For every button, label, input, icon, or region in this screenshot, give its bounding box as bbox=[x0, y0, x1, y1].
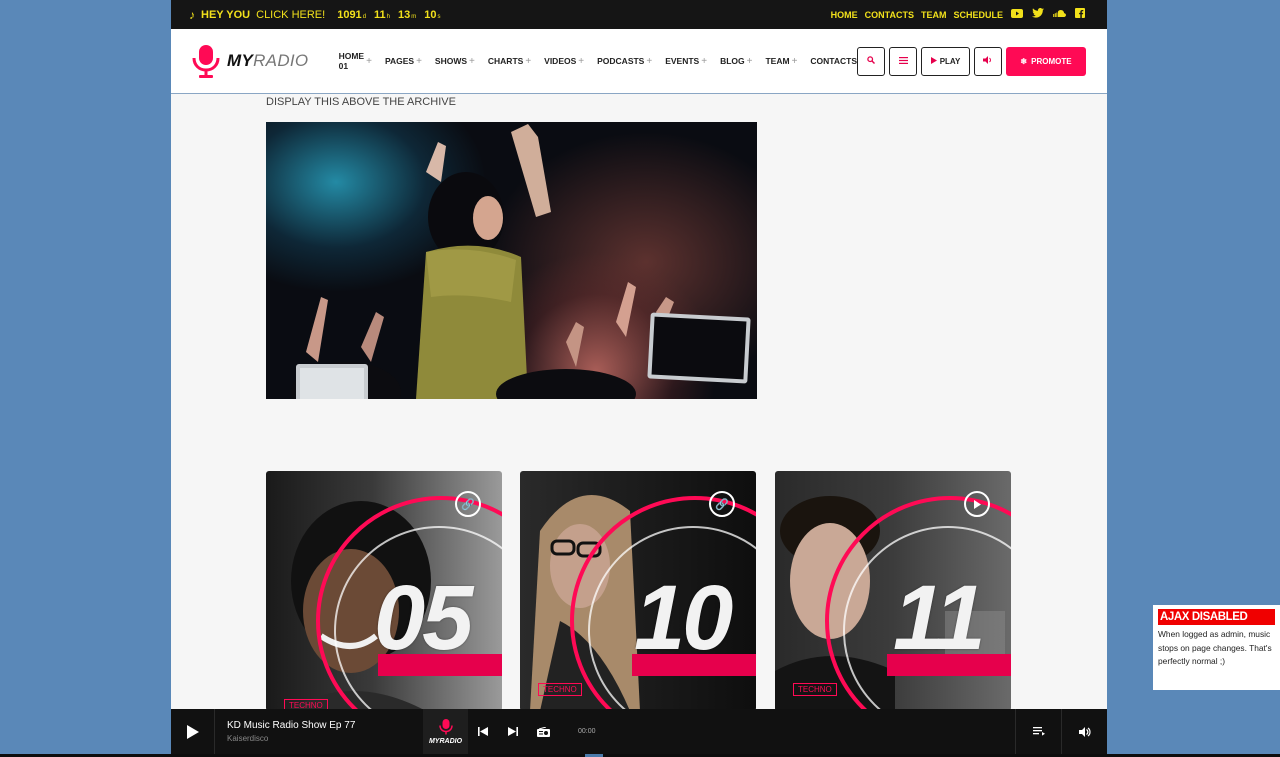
snowflake-icon: ❄ bbox=[1020, 56, 1028, 66]
show-card[interactable]: 10 🔗 TECHNO bbox=[520, 471, 756, 711]
card-number: 11 bbox=[893, 567, 985, 669]
hero-image bbox=[266, 122, 757, 399]
show-cards: 05 🔗 TECHNO 10 🔗 TECHNO 11 TECHNO bbox=[266, 471, 1011, 711]
countdown-minutes: 13m bbox=[398, 8, 417, 21]
radio-icon bbox=[536, 726, 550, 737]
plus-icon: + bbox=[646, 55, 653, 67]
nav-shows[interactable]: SHOWS + bbox=[435, 51, 475, 71]
facebook-icon[interactable] bbox=[1073, 8, 1087, 21]
plus-icon: + bbox=[578, 55, 585, 67]
top-links: HOME CONTACTS TEAM SCHEDULE bbox=[831, 8, 1107, 21]
next-button[interactable] bbox=[498, 709, 528, 754]
promo[interactable]: ♪ HEY YOU CLICK HERE! 1091d 11h 13m 10s bbox=[171, 8, 441, 22]
top-link-home[interactable]: HOME bbox=[831, 10, 858, 20]
laptop-image bbox=[296, 364, 368, 399]
nav-events[interactable]: EVENTS + bbox=[665, 51, 707, 71]
top-link-team[interactable]: TEAM bbox=[921, 10, 947, 20]
card-number: 05 bbox=[374, 567, 473, 669]
thumb-label: MYRADIO bbox=[428, 738, 463, 745]
card-genre-tag[interactable]: TECHNO bbox=[538, 683, 582, 696]
player-play-button[interactable] bbox=[171, 709, 215, 754]
microphone-logo-icon bbox=[438, 719, 453, 735]
search-icon bbox=[867, 55, 875, 67]
play-button[interactable]: PLAY bbox=[921, 46, 970, 76]
play-icon[interactable] bbox=[964, 491, 990, 517]
menu-button[interactable] bbox=[889, 46, 917, 76]
countdown-days: 1091d bbox=[337, 8, 367, 21]
audio-player: KD Music Radio Show Ep 77 Kaiserdisco MY… bbox=[171, 709, 1107, 754]
nav-pages[interactable]: PAGES + bbox=[385, 51, 422, 71]
archive-title: DISPLAY THIS ABOVE THE ARCHIVE bbox=[266, 96, 456, 108]
radio-button[interactable] bbox=[528, 709, 558, 754]
music-note-icon: ♪ bbox=[189, 7, 195, 22]
plus-icon: + bbox=[469, 55, 475, 67]
top-link-schedule[interactable]: SCHEDULE bbox=[953, 10, 1003, 20]
plus-icon: + bbox=[791, 55, 798, 67]
header-buttons: PLAY ❄ PROMOTE bbox=[857, 46, 1086, 76]
soundcloud-icon[interactable] bbox=[1052, 9, 1066, 20]
ajax-notice-title: AJAX DISABLED bbox=[1158, 609, 1275, 625]
playlist-button[interactable] bbox=[1015, 709, 1061, 754]
main-header: MYRADIO HOME 01 + PAGES + SHOWS + CHARTS + V… bbox=[171, 29, 1107, 94]
microphone-logo-icon bbox=[191, 43, 221, 79]
track-time: 00:00 bbox=[578, 728, 596, 735]
nav-charts[interactable]: CHARTS + bbox=[488, 51, 531, 71]
promo-hey: HEY YOU bbox=[201, 8, 251, 21]
nav-home[interactable]: HOME 01 + bbox=[339, 51, 372, 71]
logo[interactable]: MYRADIO bbox=[191, 43, 318, 79]
nav-blog[interactable]: BLOG + bbox=[720, 51, 752, 71]
card-number: 10 bbox=[634, 567, 733, 669]
track-thumbnail: MYRADIO bbox=[423, 709, 468, 754]
ajax-disabled-notice: AJAX DISABLED When logged as admin, musi… bbox=[1153, 605, 1280, 690]
promo-click-link[interactable]: CLICK HERE! bbox=[256, 9, 325, 21]
promote-button[interactable]: ❄ PROMOTE bbox=[1006, 46, 1086, 76]
hamburger-icon bbox=[898, 56, 908, 67]
track-title: KD Music Radio Show Ep 77 bbox=[227, 720, 356, 731]
youtube-icon[interactable] bbox=[1010, 8, 1024, 21]
nav-podcasts[interactable]: PODCASTS + bbox=[597, 51, 652, 71]
twitter-icon[interactable] bbox=[1031, 8, 1045, 21]
skip-back-icon bbox=[478, 727, 488, 736]
countdown-seconds: 10s bbox=[424, 8, 441, 21]
countdown: 1091d 11h 13m 10s bbox=[337, 9, 440, 21]
show-card[interactable]: 05 🔗 TECHNO bbox=[266, 471, 502, 711]
top-link-contacts[interactable]: CONTACTS bbox=[865, 10, 914, 20]
laptop-image bbox=[647, 312, 751, 384]
skip-forward-icon bbox=[508, 727, 518, 736]
nav-team[interactable]: TEAM + bbox=[765, 51, 797, 71]
volume-icon bbox=[983, 55, 993, 67]
top-bar: ♪ HEY YOU CLICK HERE! 1091d 11h 13m 10s … bbox=[171, 0, 1107, 29]
play-label: PLAY bbox=[939, 56, 961, 66]
link-icon[interactable]: 🔗 bbox=[455, 491, 481, 517]
page: ♪ HEY YOU CLICK HERE! 1091d 11h 13m 10s … bbox=[171, 0, 1107, 757]
plus-icon: + bbox=[366, 55, 372, 67]
nav-contacts[interactable]: CONTACTS bbox=[810, 51, 857, 71]
plus-icon: + bbox=[746, 55, 753, 67]
ajax-notice-text: When logged as admin, music stops on pag… bbox=[1158, 629, 1272, 666]
main-nav: HOME 01 + PAGES + SHOWS + CHARTS + VIDEOS + P… bbox=[339, 51, 857, 71]
now-playing: KD Music Radio Show Ep 77 Kaiserdisco bbox=[227, 720, 423, 743]
plus-icon: + bbox=[701, 55, 708, 67]
player-volume-button[interactable] bbox=[1061, 709, 1107, 754]
link-icon[interactable]: 🔗 bbox=[709, 491, 735, 517]
volume-icon bbox=[1078, 726, 1091, 737]
logo-text: MYRADIO bbox=[227, 51, 309, 70]
playlist-icon bbox=[1032, 727, 1045, 736]
nav-videos[interactable]: VIDEOS + bbox=[544, 51, 584, 71]
play-icon bbox=[186, 724, 199, 739]
previous-button[interactable] bbox=[468, 709, 498, 754]
show-card[interactable]: 11 TECHNO bbox=[775, 471, 1011, 711]
plus-icon: + bbox=[416, 55, 422, 67]
countdown-hours: 11h bbox=[374, 8, 391, 21]
player-right-controls bbox=[1015, 709, 1107, 754]
track-artist: Kaiserdisco bbox=[227, 734, 269, 743]
search-button[interactable] bbox=[857, 46, 885, 76]
volume-button[interactable] bbox=[974, 46, 1002, 76]
card-genre-tag[interactable]: TECHNO bbox=[793, 683, 837, 696]
plus-icon: + bbox=[525, 55, 532, 67]
play-icon bbox=[930, 56, 937, 67]
